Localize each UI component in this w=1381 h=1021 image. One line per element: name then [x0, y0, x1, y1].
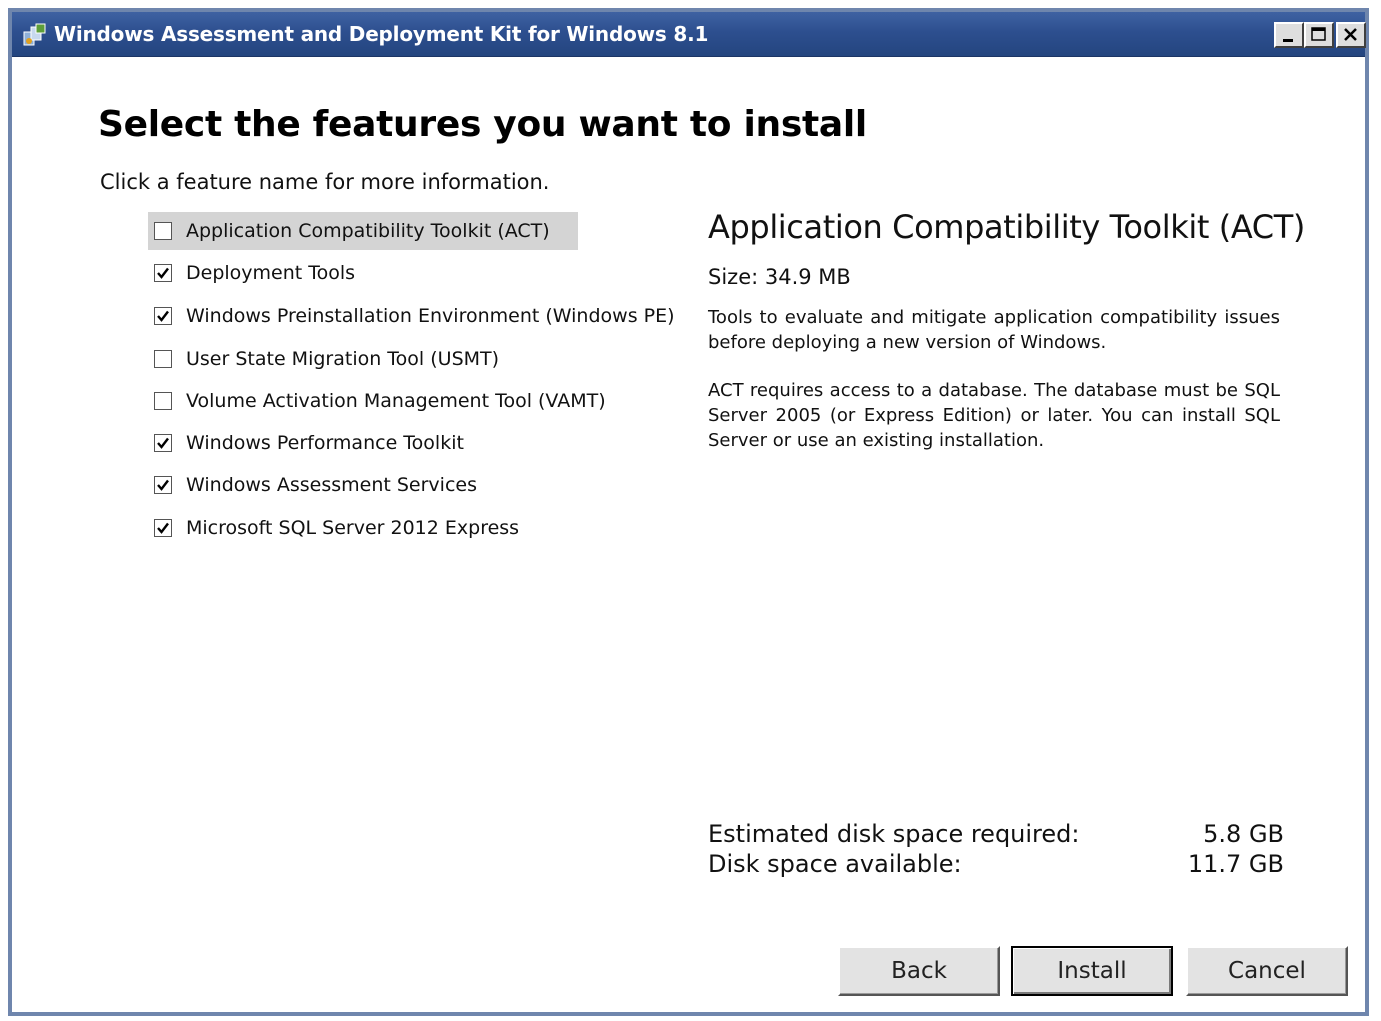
checkmark-icon — [157, 267, 169, 279]
feature-item-act[interactable]: Application Compatibility Toolkit (ACT) — [148, 212, 578, 250]
close-icon — [1344, 28, 1357, 41]
back-button[interactable]: Back — [838, 946, 1000, 996]
feature-checkbox-performance-toolkit[interactable] — [154, 434, 172, 452]
feature-checkbox-sql-server-express[interactable] — [154, 519, 172, 537]
feature-description: Tools to evaluate and mitigate applicati… — [708, 307, 1280, 353]
feature-item-sql-server-express[interactable]: Microsoft SQL Server 2012 Express — [148, 509, 547, 547]
page-title: Select the features you want to install — [98, 104, 867, 145]
disk-available-row: Disk space available: 11.7 GB — [708, 850, 1284, 878]
feature-label[interactable]: Application Compatibility Toolkit (ACT) — [186, 220, 550, 242]
feature-checkbox-deployment-tools[interactable] — [154, 264, 172, 282]
maximize-icon — [1311, 27, 1326, 41]
disk-available-label: Disk space available: — [708, 850, 962, 878]
title-bar[interactable]: Windows Assessment and Deployment Kit fo… — [12, 12, 1366, 57]
feature-item-deployment-tools[interactable]: Deployment Tools — [148, 254, 383, 292]
window-title: Windows Assessment and Deployment Kit fo… — [54, 22, 709, 46]
feature-checkbox-assessment-services[interactable] — [154, 476, 172, 494]
disk-required-row: Estimated disk space required: 5.8 GB — [708, 820, 1284, 848]
feature-requirements: ACT requires access to a database. The d… — [708, 380, 1280, 451]
maximize-button[interactable] — [1304, 22, 1334, 48]
disk-required-value: 5.8 GB — [1203, 820, 1284, 848]
feature-item-vamt[interactable]: Volume Activation Management Tool (VAMT) — [148, 382, 634, 420]
installer-window: Windows Assessment and Deployment Kit fo… — [8, 8, 1369, 1016]
checkmark-icon — [157, 522, 169, 534]
minimize-button[interactable] — [1274, 22, 1304, 48]
cancel-button[interactable]: Cancel — [1186, 946, 1348, 996]
feature-checkbox-vamt[interactable] — [154, 392, 172, 410]
feature-item-windows-pe[interactable]: Windows Preinstallation Environment (Win… — [148, 297, 703, 335]
adk-setup-icon — [23, 23, 46, 46]
feature-label[interactable]: Volume Activation Management Tool (VAMT) — [186, 390, 606, 412]
feature-label[interactable]: Windows Performance Toolkit — [186, 432, 464, 454]
close-button[interactable] — [1336, 22, 1366, 48]
feature-label[interactable]: Microsoft SQL Server 2012 Express — [186, 517, 519, 539]
feature-checkbox-windows-pe[interactable] — [154, 307, 172, 325]
feature-item-assessment-services[interactable]: Windows Assessment Services — [148, 466, 505, 504]
install-button[interactable]: Install — [1011, 946, 1173, 996]
feature-label[interactable]: Windows Assessment Services — [186, 474, 477, 496]
page-subtitle: Click a feature name for more informatio… — [100, 170, 550, 194]
feature-size: Size: 34.9 MB — [708, 265, 851, 289]
feature-label[interactable]: User State Migration Tool (USMT) — [186, 348, 499, 370]
feature-item-performance-toolkit[interactable]: Windows Performance Toolkit — [148, 424, 492, 462]
feature-detail-title: Application Compatibility Toolkit (ACT) — [708, 208, 1305, 246]
feature-label[interactable]: Windows Preinstallation Environment (Win… — [186, 305, 675, 327]
disk-available-value: 11.7 GB — [1187, 850, 1284, 878]
minimize-icon — [1283, 39, 1293, 42]
disk-required-label: Estimated disk space required: — [708, 820, 1080, 848]
checkmark-icon — [157, 479, 169, 491]
feature-checkbox-act[interactable] — [154, 222, 172, 240]
checkmark-icon — [157, 310, 169, 322]
feature-checkbox-usmt[interactable] — [154, 350, 172, 368]
checkmark-icon — [157, 437, 169, 449]
feature-label[interactable]: Deployment Tools — [186, 262, 355, 284]
feature-item-usmt[interactable]: User State Migration Tool (USMT) — [148, 340, 527, 378]
